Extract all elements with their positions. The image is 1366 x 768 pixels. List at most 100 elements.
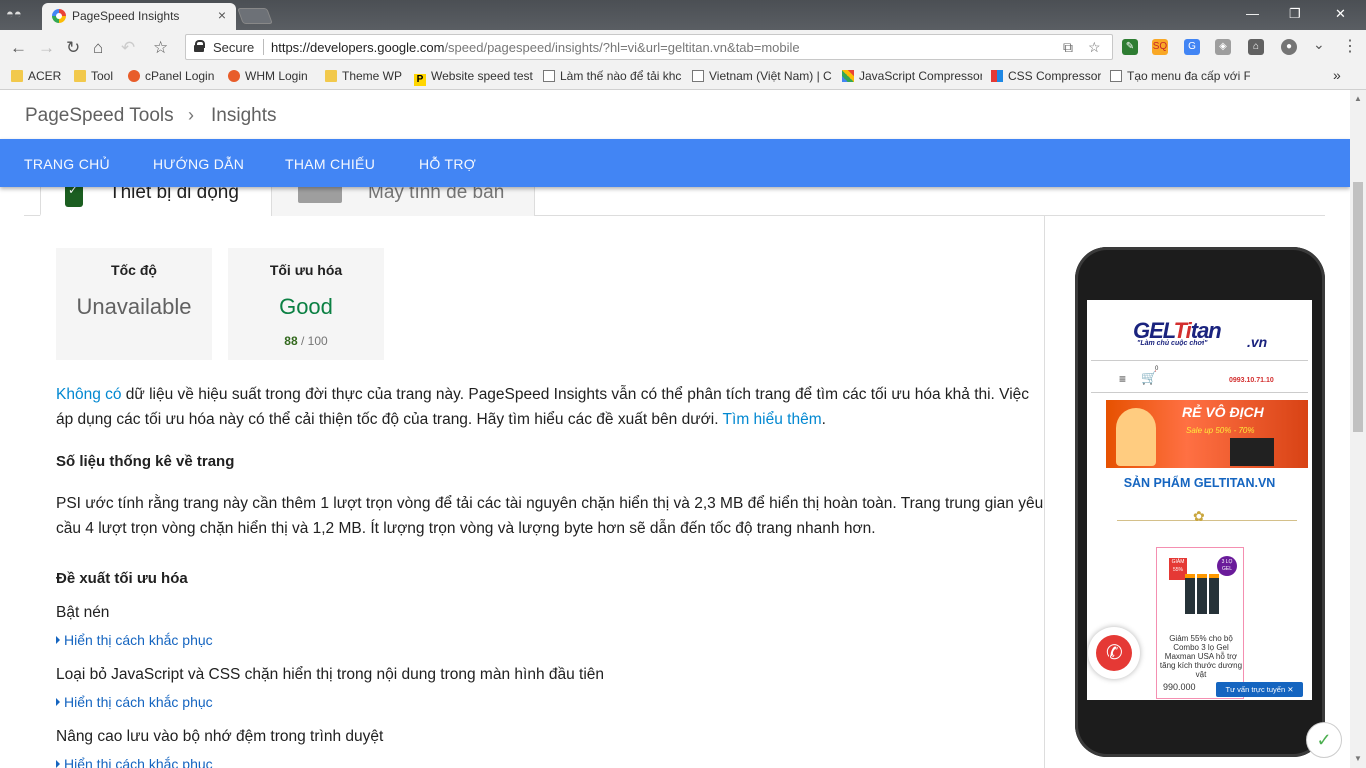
live-chat-pill: Tư vấn trực tuyến ✕ — [1216, 682, 1303, 697]
extension-pen-icon[interactable]: ✎ — [1122, 39, 1138, 55]
mobile-preview-phone: GELTitan .vn "Làm chủ cuộc chơi" ≡ 🛒 0 0… — [1075, 247, 1325, 757]
bookmark-label: Tool — [91, 69, 114, 83]
undo-icon[interactable]: ↶ — [121, 38, 135, 58]
decorative-line — [1117, 520, 1297, 521]
bookmark-tai-khoan[interactable]: Làm thế nào để tải khc — [543, 69, 683, 83]
bookmark-vietnam[interactable]: Vietnam (Việt Nam) | C — [692, 69, 832, 83]
bookmark-label: Theme WP — [342, 69, 403, 83]
breadcrumb-chevron-icon: › — [188, 105, 194, 125]
lock-icon — [194, 40, 205, 52]
tab-close-icon[interactable]: × — [218, 7, 226, 23]
bookmark-tool[interactable]: Tool — [74, 69, 113, 83]
show-fix-link[interactable]: Hiển thị cách khắc phục — [56, 694, 213, 710]
promo-banner: RẺ VÔ ĐỊCH Sale up 50% - 70% — [1106, 400, 1308, 468]
chevron-down-icon[interactable]: ⌄ — [1313, 36, 1325, 53]
bookmark-cpanel[interactable]: cPanel Login — [128, 69, 214, 83]
bookmark-tao-menu[interactable]: Tạo menu đa cấp với F — [1110, 69, 1250, 83]
translate-icon[interactable]: ⧉ — [1063, 39, 1073, 56]
url-text[interactable]: https://developers.google.com/speed/page… — [271, 40, 800, 55]
suggestions-heading: Đề xuất tối ưu hóa — [56, 570, 188, 587]
breadcrumb-pagespeed-tools[interactable]: PageSpeed Tools — [25, 105, 174, 127]
cpanel-icon — [128, 70, 140, 82]
bookmark-theme-wp[interactable]: Theme WP — [325, 69, 402, 83]
browser-tab-strip: ◓◓ PageSpeed Insights × — ❐ ✕ — [0, 0, 1366, 30]
preview-divider — [1091, 392, 1308, 393]
bookmarks-overflow-icon[interactable]: » — [1333, 67, 1341, 83]
intro-paragraph: Không có dữ liệu về hiệu suất trong đời … — [56, 382, 1046, 432]
shield-check-icon[interactable]: ✓ — [1306, 722, 1342, 758]
intro-period: . — [821, 411, 826, 428]
folder-icon — [11, 70, 23, 82]
page-icon — [543, 70, 555, 82]
extension-circle-icon[interactable]: ● — [1281, 39, 1297, 55]
bookmark-css-compressor[interactable]: CSS Compressor — [991, 69, 1101, 83]
bookmark-js-compressor[interactable]: JavaScript Compressor — [842, 69, 982, 83]
star-icon[interactable]: ☆ — [1088, 39, 1101, 56]
optimization-title: Tối ưu hóa — [269, 262, 343, 278]
stats-paragraph: PSI ước tính rằng trang này cần thêm 1 l… — [56, 495, 1044, 537]
product-price: 990.000 — [1163, 682, 1196, 692]
new-tab-button[interactable] — [237, 8, 273, 24]
browser-toolbar: ← → ↻ ⌂ ↶ ☆ Secure https://developers.go… — [0, 30, 1366, 64]
forward-arrow-icon[interactable]: → — [38, 38, 55, 58]
rule-title: Bật nén — [56, 604, 110, 621]
product-image: GIẢM 55% 3 LỌ GEL — [1161, 552, 1239, 618]
bookmark-label: cPanel Login — [145, 69, 215, 83]
window-close-button[interactable]: ✕ — [1335, 6, 1346, 22]
scrollbar-thumb[interactable] — [1353, 182, 1363, 432]
bookmark-acer[interactable]: ACER — [11, 69, 61, 83]
css-compressor-icon — [991, 70, 1003, 82]
back-arrow-icon[interactable]: ← — [10, 38, 27, 58]
nav-reference[interactable]: THAM CHIẾU — [285, 156, 375, 172]
window-maximize-button[interactable]: ❐ — [1289, 6, 1301, 22]
folder-icon — [74, 70, 86, 82]
extension-translate-icon[interactable]: G — [1184, 39, 1200, 55]
bottle-image — [1185, 574, 1195, 614]
scroll-down-icon[interactable]: ▼ — [1354, 754, 1362, 763]
show-fix-label: Hiển thị cách khắc phục — [64, 756, 213, 768]
page-viewport: PageSpeed Tools › Insights TRANG CHỦ HƯỚ… — [0, 90, 1350, 768]
quantity-badge: 3 LỌ GEL — [1217, 556, 1237, 576]
profile-icon[interactable]: ◓◓ — [6, 6, 22, 21]
tab-title: PageSpeed Insights — [72, 9, 180, 23]
extension-shield-icon[interactable]: ◈ — [1215, 39, 1231, 55]
bookmark-star-icon[interactable]: ☆ — [153, 38, 168, 58]
page-scrollbar[interactable]: ▲ ▼ — [1350, 90, 1366, 768]
show-fix-link[interactable]: Hiển thị cách khắc phục — [56, 756, 213, 768]
desktop-device-icon — [298, 185, 342, 203]
learn-more-link[interactable]: Tìm hiểu thêm — [723, 411, 822, 428]
extension-sq-icon[interactable]: SQ — [1152, 39, 1168, 55]
show-fix-label: Hiển thị cách khắc phục — [64, 632, 213, 648]
bookmark-whm[interactable]: WHM Login — [228, 69, 308, 83]
banner-sale: Sale up 50% - 70% — [1186, 426, 1255, 435]
home-icon[interactable]: ⌂ — [93, 38, 103, 58]
show-fix-label: Hiển thị cách khắc phục — [64, 694, 213, 710]
triangle-right-icon — [56, 760, 60, 768]
address-bar[interactable]: Secure https://developers.google.com/spe… — [185, 34, 1113, 60]
bookmark-label: Tạo menu đa cấp với F — [1127, 69, 1250, 83]
bookmark-speed-test[interactable]: P Website speed test — [414, 69, 533, 86]
optimization-score-max: / 100 — [301, 334, 328, 348]
bottle-image — [1209, 574, 1219, 614]
bookmarks-bar: ACER Tool cPanel Login WHM Login Theme W… — [0, 64, 1366, 90]
cart-icon: 🛒 — [1141, 370, 1158, 385]
menu-dots-icon[interactable]: ⋮ — [1342, 36, 1358, 56]
psi-icon: P — [414, 74, 426, 86]
nav-guide[interactable]: HƯỚNG DẪN — [153, 156, 244, 172]
no-data-link[interactable]: Không có — [56, 386, 122, 403]
breadcrumb-insights[interactable]: Insights — [211, 105, 276, 127]
reload-icon[interactable]: ↻ — [66, 38, 80, 58]
main-nav: TRANG CHỦ HƯỚNG DẪN THAM CHIẾU HỖ TRỢ — [0, 139, 1350, 187]
scroll-up-icon[interactable]: ▲ — [1354, 94, 1362, 103]
window-minimize-button[interactable]: — — [1246, 6, 1259, 21]
product-card: GIẢM 55% 3 LỌ GEL Giảm 55% cho bộ Combo … — [1156, 547, 1244, 699]
browser-tab-pagespeed[interactable]: PageSpeed Insights × — [42, 3, 236, 30]
nav-home[interactable]: TRANG CHỦ — [24, 156, 110, 172]
rule-title: Nâng cao lưu vào bộ nhớ đệm trong trình … — [56, 728, 384, 745]
nav-support[interactable]: HỖ TRỢ — [419, 156, 476, 172]
extension-off-icon[interactable]: ⌂ — [1248, 39, 1264, 55]
column-divider — [1044, 216, 1045, 768]
show-fix-link[interactable]: Hiển thị cách khắc phục — [56, 632, 213, 648]
cart-count: 0 — [1155, 366, 1159, 372]
banner-product-image — [1230, 438, 1274, 466]
